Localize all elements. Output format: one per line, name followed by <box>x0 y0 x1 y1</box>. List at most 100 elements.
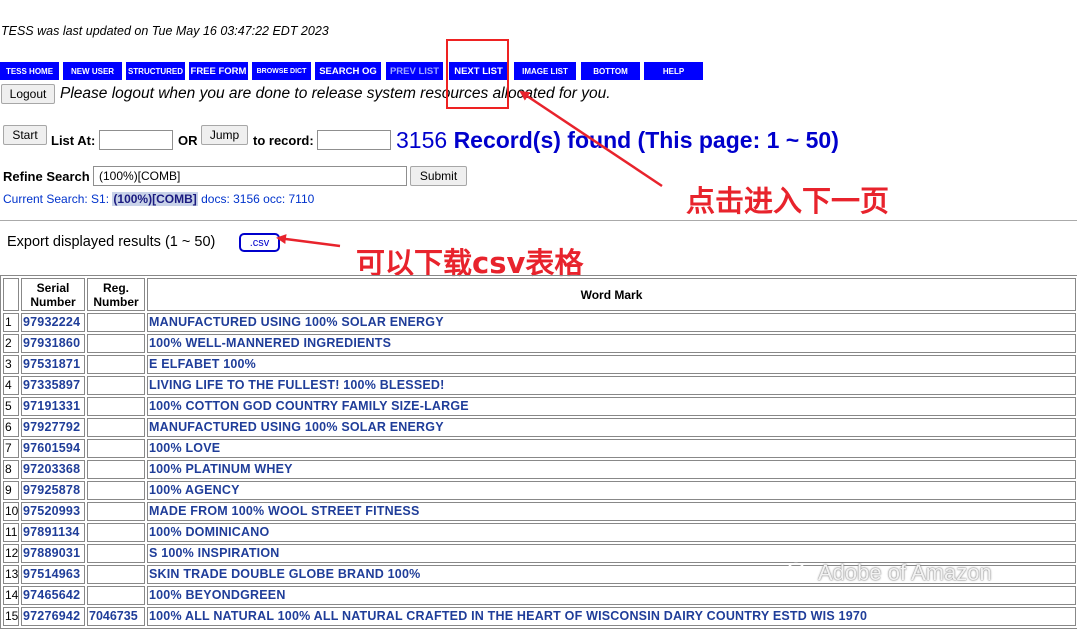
serial-number-header: Serial Number <box>21 278 85 311</box>
serial-number-link-text[interactable]: 97276942 <box>23 609 80 623</box>
row-index-text: 2 <box>5 336 12 350</box>
serial-number-link-text[interactable]: 97601594 <box>23 441 80 455</box>
current-search-set: S1: <box>91 192 110 206</box>
word-mark-link-text[interactable]: SKIN TRADE DOUBLE GLOBE BRAND 100% <box>149 567 420 581</box>
serial-number-link-text[interactable]: 97335897 <box>23 378 80 392</box>
row-index: 1 <box>3 313 19 332</box>
serial-number-link[interactable]: 97889031 <box>21 544 85 563</box>
table-row: 11 97891134 100% DOMINICANO <box>3 523 1076 542</box>
word-mark-link[interactable]: MANUFACTURED USING 100% SOLAR ENERGY <box>147 418 1076 437</box>
serial-number-link[interactable]: 97891134 <box>21 523 85 542</box>
serial-number-link-text[interactable]: 97889031 <box>23 546 80 560</box>
index-header <box>3 278 19 311</box>
serial-number-link[interactable]: 97203368 <box>21 460 85 479</box>
reg-number-cell-text: 7046735 <box>89 609 138 623</box>
word-mark-link-text[interactable]: MANUFACTURED USING 100% SOLAR ENERGY <box>149 315 444 329</box>
serial-number-link-text[interactable]: 97891134 <box>23 525 80 539</box>
word-mark-link-text[interactable]: MANUFACTURED USING 100% SOLAR ENERGY <box>149 420 444 434</box>
row-index: 2 <box>3 334 19 353</box>
serial-number-link[interactable]: 97465642 <box>21 586 85 605</box>
nav-help-button[interactable]: Help <box>644 62 703 80</box>
word-mark-link[interactable]: 100% PLATINUM WHEY <box>147 460 1076 479</box>
serial-number-link-text[interactable]: 97931860 <box>23 336 80 350</box>
serial-number-link-text[interactable]: 97531871 <box>23 357 80 371</box>
word-mark-link-text[interactable]: 100% BEYONDGREEN <box>149 588 286 602</box>
start-button[interactable]: Start <box>3 125 47 145</box>
to-record-input[interactable] <box>317 130 391 150</box>
serial-number-link-text[interactable]: 97927792 <box>23 420 80 434</box>
reg-number-cell <box>87 502 145 521</box>
word-mark-link[interactable]: LIVING LIFE TO THE FULLEST! 100% BLESSED… <box>147 376 1076 395</box>
word-mark-link[interactable]: 100% LOVE <box>147 439 1076 458</box>
serial-number-link[interactable]: 97276942 <box>21 607 85 626</box>
word-mark-link[interactable]: MANUFACTURED USING 100% SOLAR ENERGY <box>147 313 1076 332</box>
row-index: 11 <box>3 523 19 542</box>
word-mark-link[interactable]: 100% BEYONDGREEN <box>147 586 1076 605</box>
nav-prev-list-button[interactable]: Prev List <box>386 62 443 80</box>
word-mark-link-text[interactable]: 100% WELL-MANNERED INGREDIENTS <box>149 336 391 350</box>
nav-search-og-button[interactable]: Search OG <box>315 62 381 80</box>
word-mark-link-text[interactable]: 100% LOVE <box>149 441 220 455</box>
nav-image-list-button[interactable]: Image List <box>514 62 576 80</box>
or-label: OR <box>178 133 198 148</box>
submit-button[interactable]: Submit <box>410 166 467 186</box>
serial-number-link[interactable]: 97931860 <box>21 334 85 353</box>
word-mark-link[interactable]: 100% COTTON GOD COUNTRY FAMILY SIZE-LARG… <box>147 397 1076 416</box>
word-mark-link-text[interactable]: LIVING LIFE TO THE FULLEST! 100% BLESSED… <box>149 378 445 392</box>
serial-number-link[interactable]: 97514963 <box>21 565 85 584</box>
serial-number-link-text[interactable]: 97465642 <box>23 588 80 602</box>
word-mark-link-text[interactable]: S 100% INSPIRATION <box>149 546 280 560</box>
serial-number-link-text[interactable]: 97203368 <box>23 462 80 476</box>
word-mark-link-text[interactable]: 100% ALL NATURAL 100% ALL NATURAL CRAFTE… <box>149 609 867 623</box>
serial-number-link[interactable]: 97925878 <box>21 481 85 500</box>
table-row: 2 97931860 100% WELL-MANNERED INGREDIENTS <box>3 334 1076 353</box>
row-index-text: 11 <box>5 525 18 539</box>
row-index: 15 <box>3 607 19 626</box>
serial-number-link[interactable]: 97520993 <box>21 502 85 521</box>
to-record-label: to record: <box>253 133 314 148</box>
refine-search-input[interactable]: (100%)[COMB] <box>93 166 407 186</box>
export-text: Export displayed results (1 ~ 50) <box>7 234 216 250</box>
word-mark-link[interactable]: 100% WELL-MANNERED INGREDIENTS <box>147 334 1076 353</box>
serial-number-link-text[interactable]: 97514963 <box>23 567 80 581</box>
serial-number-link[interactable]: 97191331 <box>21 397 85 416</box>
nav-bottom-button[interactable]: Bottom <box>581 62 640 80</box>
nav-structured-button[interactable]: Structured <box>126 62 185 80</box>
word-mark-link[interactable]: MADE FROM 100% WOOL STREET FITNESS <box>147 502 1076 521</box>
row-index-text: 9 <box>5 483 12 497</box>
row-index: 5 <box>3 397 19 416</box>
row-index-text: 1 <box>5 315 12 329</box>
nav-browse-dict-button[interactable]: Browse Dict <box>252 62 311 80</box>
row-index-text: 5 <box>5 399 12 413</box>
serial-number-link[interactable]: 97927792 <box>21 418 85 437</box>
serial-number-link-text[interactable]: 97520993 <box>23 504 80 518</box>
jump-button[interactable]: Jump <box>201 125 248 145</box>
serial-number-link[interactable]: 97531871 <box>21 355 85 374</box>
word-mark-link-text[interactable]: 100% AGENCY <box>149 483 240 497</box>
serial-number-link[interactable]: 97932224 <box>21 313 85 332</box>
nav-tess-home-button[interactable]: TESS Home <box>0 62 59 80</box>
word-mark-link-text[interactable]: 100% PLATINUM WHEY <box>149 462 293 476</box>
word-mark-link-text[interactable]: 100% COTTON GOD COUNTRY FAMILY SIZE-LARG… <box>149 399 469 413</box>
serial-number-link[interactable]: 97335897 <box>21 376 85 395</box>
serial-number-link-text[interactable]: 97925878 <box>23 483 80 497</box>
serial-number-link-text[interactable]: 97191331 <box>23 399 80 413</box>
table-row: 6 97927792 MANUFACTURED USING 100% SOLAR E… <box>3 418 1076 437</box>
word-mark-link-text[interactable]: E ELFABET 100% <box>149 357 256 371</box>
current-search-stats: docs: 3156 occ: 7110 <box>201 192 315 206</box>
word-mark-link[interactable]: 100% DOMINICANO <box>147 523 1076 542</box>
word-mark-link[interactable]: 100% AGENCY <box>147 481 1076 500</box>
word-mark-link-text[interactable]: MADE FROM 100% WOOL STREET FITNESS <box>149 504 419 518</box>
table-row: 5 97191331 100% COTTON GOD COUNTRY FAMILY … <box>3 397 1076 416</box>
word-mark-link[interactable]: E ELFABET 100% <box>147 355 1076 374</box>
word-mark-link-text[interactable]: 100% DOMINICANO <box>149 525 269 539</box>
logout-button[interactable]: Logout <box>1 84 55 104</box>
serial-number-link-text[interactable]: 97932224 <box>23 315 80 329</box>
serial-number-link[interactable]: 97601594 <box>21 439 85 458</box>
nav-free-form-button[interactable]: Free Form <box>189 62 248 80</box>
last-updated-text: TESS was last updated on Tue May 16 03:4… <box>1 24 329 38</box>
word-mark-link[interactable]: 100% ALL NATURAL 100% ALL NATURAL CRAFTE… <box>147 607 1076 626</box>
nav-new-user-button[interactable]: New User <box>63 62 122 80</box>
list-at-input[interactable] <box>99 130 173 150</box>
csv-export-button[interactable]: .csv <box>239 233 280 252</box>
